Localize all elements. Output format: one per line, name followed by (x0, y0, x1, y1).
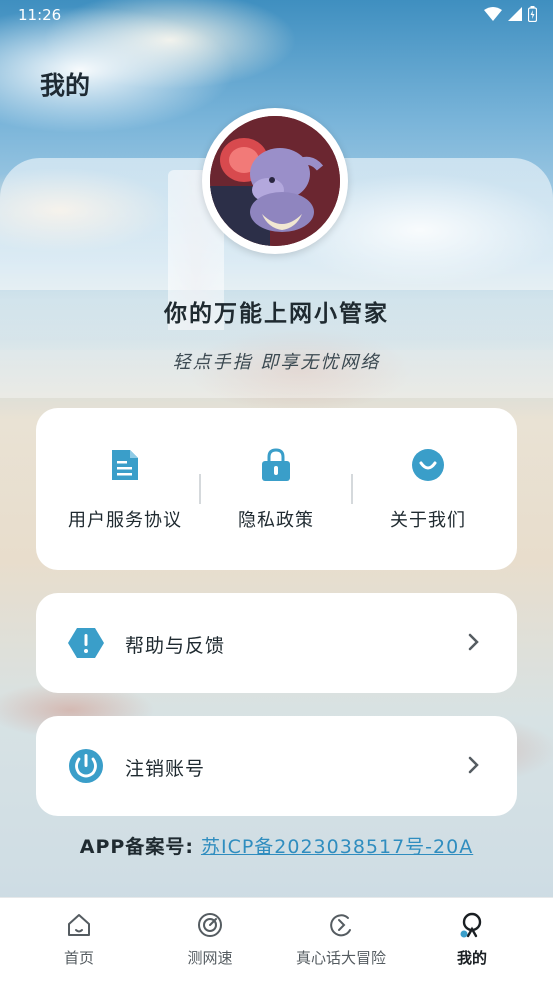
document-icon (112, 450, 138, 480)
lock-icon (262, 448, 290, 481)
bottom-tab-bar: 首页 测网速 真心话大冒险 我的 (0, 897, 553, 985)
icp-number-link[interactable]: 苏ICP备2023038517号-20A (201, 836, 473, 858)
smile-icon (412, 449, 444, 481)
icp-record: APP备案号: 苏ICP备2023038517号-20A (0, 832, 553, 859)
tab-truth-or-dare-label: 真心话大冒险 (295, 949, 386, 967)
status-icons (484, 6, 537, 22)
tab-home[interactable]: 首页 (10, 898, 148, 985)
home-icon (68, 914, 90, 936)
user-agreement-label: 用户服务协议 (68, 510, 182, 531)
status-time: 11:26 (18, 6, 62, 24)
cancel-account-label: 注销账号 (125, 758, 206, 780)
avatar-image (210, 116, 340, 246)
chevron-right-icon (468, 756, 479, 774)
cancel-account-row[interactable]: 注销账号 (36, 716, 517, 816)
tab-speed-test[interactable]: 测网速 (141, 898, 279, 985)
alert-hexagon-icon (68, 628, 104, 658)
app-slogan: 轻点手指 即享无忧网络 (172, 352, 381, 373)
speed-icon (198, 913, 222, 937)
battery-icon (528, 6, 537, 22)
links-card: 用户服务协议 隐私政策 关于我们 (36, 408, 517, 570)
user-agreement-link[interactable]: 用户服务协议 (50, 408, 200, 570)
about-us-label: 关于我们 (390, 510, 466, 531)
profile-icon (460, 912, 482, 938)
avatar[interactable] (202, 108, 348, 254)
icp-label: APP备案号: (79, 836, 194, 858)
app-name: 你的万能上网小管家 (164, 301, 389, 327)
privacy-policy-label: 隐私政策 (238, 510, 314, 531)
wifi-icon (484, 7, 502, 21)
help-feedback-label: 帮助与反馈 (125, 635, 226, 657)
power-icon (69, 749, 103, 783)
tab-home-label: 首页 (63, 949, 94, 967)
page-title: 我的 (40, 71, 91, 100)
chevron-right-icon (468, 633, 479, 651)
privacy-policy-link[interactable]: 隐私政策 (201, 408, 351, 570)
cartoon-mouse-icon (210, 116, 340, 246)
help-feedback-row[interactable]: 帮助与反馈 (36, 593, 517, 693)
tab-truth-or-dare[interactable]: 真心话大冒险 (272, 898, 410, 985)
about-us-link[interactable]: 关于我们 (353, 408, 503, 570)
status-bar: 11:26 (0, 0, 553, 32)
signal-icon (508, 7, 522, 21)
tab-profile[interactable]: 我的 (403, 898, 541, 985)
tab-profile-label: 我的 (456, 949, 487, 967)
game-icon (330, 914, 351, 937)
tab-speed-test-label: 测网速 (187, 949, 233, 967)
